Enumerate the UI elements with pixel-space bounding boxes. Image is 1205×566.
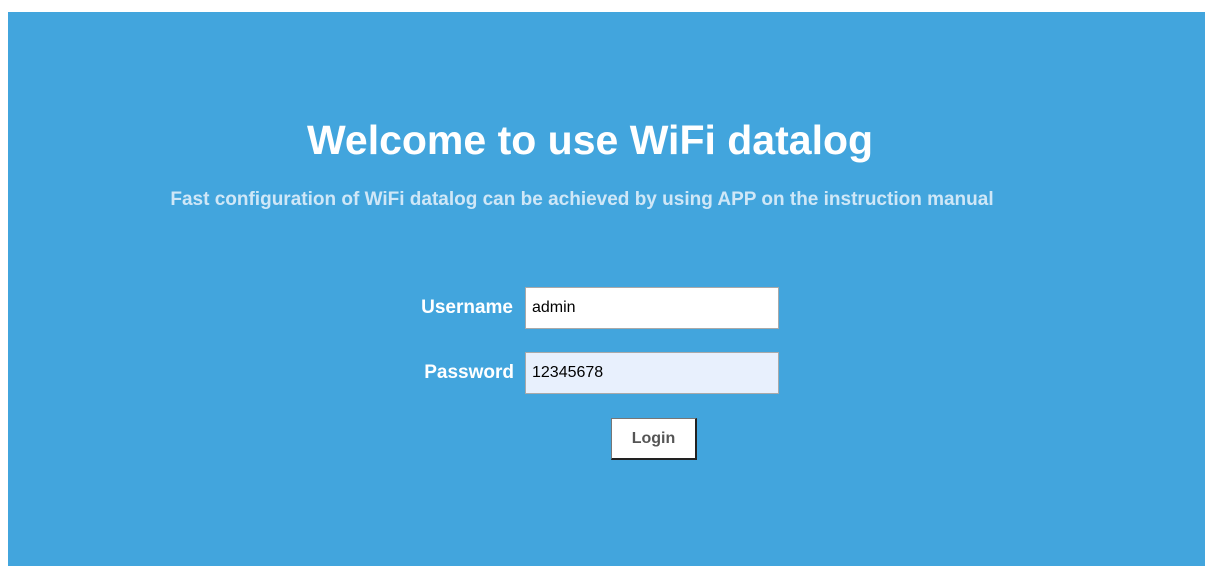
login-button[interactable]: Login bbox=[611, 418, 697, 460]
password-input[interactable] bbox=[525, 352, 779, 394]
page-subtitle: Fast configuration of WiFi datalog can b… bbox=[170, 189, 994, 210]
password-label: Password bbox=[424, 362, 514, 383]
page-title: Welcome to use WiFi datalog bbox=[306, 117, 874, 163]
username-label: Username bbox=[421, 297, 513, 318]
login-panel: Welcome to use WiFi datalog Fast configu… bbox=[8, 12, 1205, 566]
username-input[interactable] bbox=[525, 287, 779, 329]
